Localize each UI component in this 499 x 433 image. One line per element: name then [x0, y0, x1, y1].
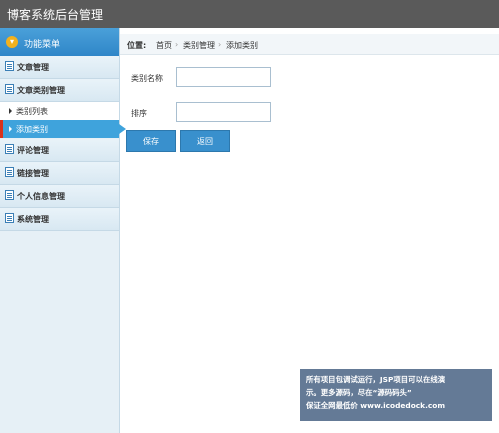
sidebar-item-links[interactable]: 链接管理 [0, 162, 119, 185]
breadcrumb-level2: 添加类别 [226, 41, 258, 50]
sidebar-item-comments[interactable]: 评论管理 [0, 139, 119, 162]
document-icon [5, 84, 14, 94]
breadcrumb-prefix: 位置: [127, 41, 147, 50]
document-icon [5, 167, 14, 177]
top-bar: 博客系统后台管理 [0, 0, 499, 28]
edit-icon [5, 190, 14, 200]
document-icon [5, 213, 14, 223]
chevron-down-icon: ▾ [6, 36, 18, 48]
subitem-category-list[interactable]: 类别列表 [0, 102, 119, 120]
sidebar: ▾ 功能菜单 文章管理 文章类别管理 类别列表 添加类别 评论管理 链接管理 个… [0, 28, 126, 433]
order-label: 排序 [131, 109, 147, 118]
subitem-label: 类别列表 [16, 107, 48, 116]
watermark-line: 保证全网最低价 www.icodedock.com [306, 401, 446, 410]
app-title: 博客系统后台管理 [7, 8, 104, 22]
active-pointer [119, 124, 126, 134]
sidebar-item-label: 评论管理 [17, 146, 49, 155]
breadcrumb-home[interactable]: 首页 [156, 40, 172, 51]
subitem-label: 添加类别 [16, 125, 48, 134]
menu-header[interactable]: ▾ 功能菜单 [0, 28, 119, 56]
active-indicator [0, 120, 3, 138]
watermark-line: 示。更多源码，尽在“源码码头” [306, 388, 412, 397]
sidebar-item-category[interactable]: 文章类别管理 [0, 79, 119, 102]
sidebar-item-label: 个人信息管理 [17, 192, 65, 201]
arrow-right-icon [9, 108, 12, 114]
back-button[interactable]: 返回 [180, 130, 230, 152]
sidebar-item-label: 系统管理 [17, 215, 49, 224]
comment-icon [5, 144, 14, 154]
sidebar-item-system[interactable]: 系统管理 [0, 208, 119, 231]
sidebar-item-label: 文章管理 [17, 63, 49, 72]
breadcrumb-separator-icon: › [218, 40, 222, 49]
watermark-line: 所有项目包调试运行，JSP项目可以在线演 [306, 375, 446, 384]
sidebar-item-label: 链接管理 [17, 169, 49, 178]
sidebar-item-articles[interactable]: 文章管理 [0, 56, 119, 79]
breadcrumb: 位置: 首页 › 类别管理 › 添加类别 [120, 34, 499, 55]
category-name-label: 类别名称 [131, 74, 163, 83]
breadcrumb-level1[interactable]: 类别管理 [183, 40, 215, 51]
breadcrumb-separator-icon: › [175, 40, 179, 49]
order-input[interactable] [176, 102, 271, 122]
document-icon [5, 61, 14, 71]
watermark: 所有项目包调试运行，JSP项目可以在线演 示。更多源码，尽在“源码码头” 保证全… [300, 369, 492, 421]
menu-title: 功能菜单 [24, 40, 61, 50]
save-button[interactable]: 保存 [126, 130, 176, 152]
sidebar-item-label: 文章类别管理 [17, 86, 65, 95]
category-name-input[interactable] [176, 67, 271, 87]
subitem-add-category[interactable]: 添加类别 [0, 120, 126, 138]
arrow-right-icon [9, 126, 12, 132]
sidebar-item-profile[interactable]: 个人信息管理 [0, 185, 119, 208]
